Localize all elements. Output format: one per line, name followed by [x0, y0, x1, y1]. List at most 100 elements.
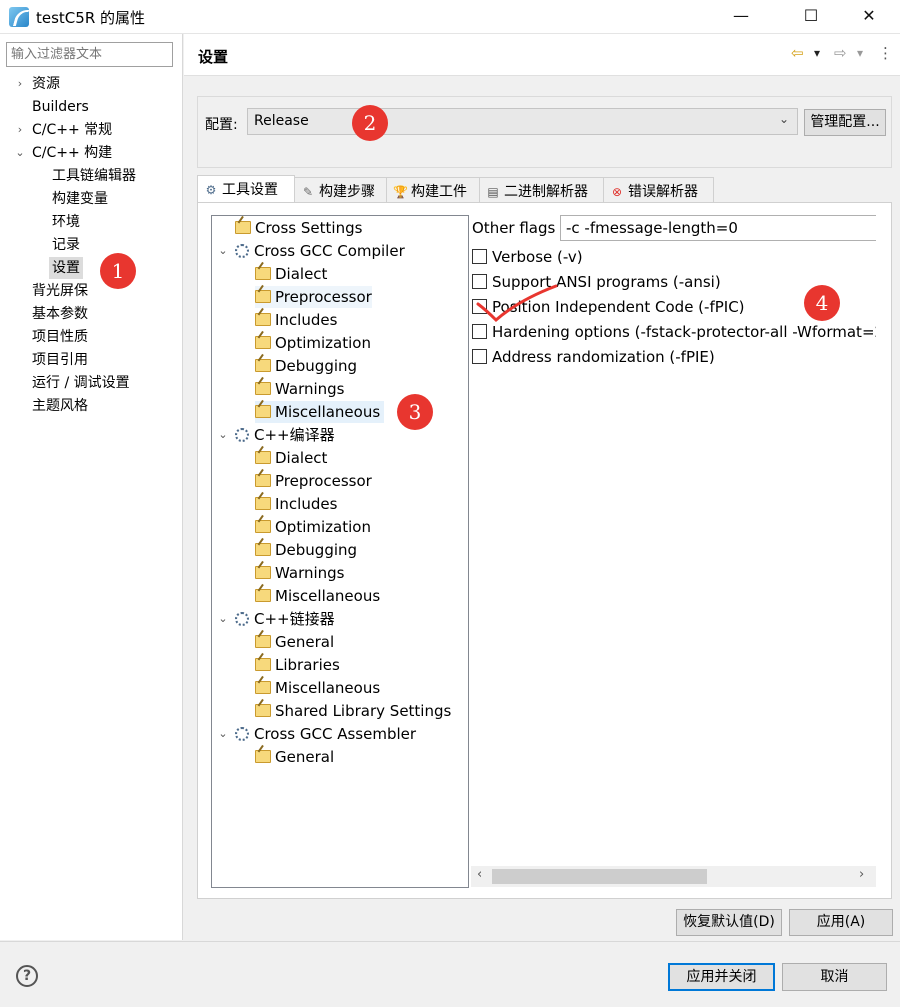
tree-item-label: Includes: [275, 311, 338, 329]
checkbox[interactable]: [472, 349, 487, 364]
tree-item-miscellaneous[interactable]: Miscellaneous: [255, 585, 380, 607]
maximize-button[interactable]: ☐: [788, 0, 834, 34]
tab-tool-settings[interactable]: ⚙ 工具设置: [197, 175, 295, 203]
sidebar-item-resources[interactable]: 资源: [32, 73, 60, 95]
scroll-left-icon[interactable]: ‹: [477, 867, 482, 882]
chevron-down-icon[interactable]: ⌄: [217, 424, 229, 446]
sidebar-item-logging[interactable]: 记录: [52, 234, 80, 256]
checkbox-label: Address randomization (-fPIE): [492, 348, 715, 366]
tree-item-cross-settings[interactable]: Cross Settings: [235, 217, 362, 239]
tree-item-includes[interactable]: Includes: [255, 309, 337, 331]
back-icon[interactable]: ⇦: [791, 44, 804, 62]
binary-icon: ▤: [487, 185, 499, 199]
checkbox[interactable]: [472, 249, 487, 264]
tree-item-libraries[interactable]: Libraries: [255, 654, 340, 676]
more-icon[interactable]: ⋮: [878, 44, 893, 62]
tree-item-preprocessor[interactable]: Preprocessor: [255, 286, 372, 308]
tree-item-optimization[interactable]: Optimization: [255, 516, 371, 538]
folder-icon: [255, 750, 271, 763]
tree-item-includes[interactable]: Includes: [255, 493, 337, 515]
tree-item-cpp-linker[interactable]: C++链接器: [235, 608, 335, 630]
tree-item-warnings[interactable]: Warnings: [255, 562, 345, 584]
annotation-badge-4: 4: [804, 285, 840, 321]
tree-item-dialect[interactable]: Dialect: [255, 447, 327, 469]
pie-checkbox[interactable]: Address randomization (-fPIE): [472, 347, 715, 369]
tree-item-general[interactable]: General: [255, 746, 334, 768]
sidebar-item-basic-params[interactable]: 基本参数: [32, 303, 88, 325]
tool-tree[interactable]: Cross Settings ⌄ Cross GCC Compiler Dial…: [211, 215, 469, 888]
folder-icon: [255, 520, 271, 533]
help-icon[interactable]: ?: [16, 965, 38, 987]
sidebar-item-backlight[interactable]: 背光屏保: [32, 280, 88, 302]
other-flags-input[interactable]: -c -fmessage-length=0: [560, 215, 876, 241]
chevron-down-icon[interactable]: ⌄: [217, 240, 229, 262]
gear-icon: [235, 428, 249, 442]
sidebar-item-project-references[interactable]: 项目引用: [32, 349, 88, 371]
chevron-down-icon[interactable]: ▾: [857, 46, 863, 60]
tree-item-debugging[interactable]: Debugging: [255, 539, 357, 561]
cancel-button[interactable]: 取消: [782, 963, 887, 991]
checkbox[interactable]: [472, 324, 487, 339]
folder-icon: [255, 681, 271, 694]
tab-label: 工具设置: [222, 182, 278, 198]
tree-item-miscellaneous[interactable]: Miscellaneous: [255, 677, 380, 699]
sidebar-item-settings[interactable]: 设置: [49, 257, 83, 279]
tree-item-cpp-compiler[interactable]: C++编译器: [235, 424, 335, 446]
tab-binary-parsers[interactable]: ▤ 二进制解析器: [479, 177, 604, 202]
sidebar-item-builders[interactable]: Builders: [32, 96, 89, 118]
tree-item-shared-library-settings[interactable]: Shared Library Settings: [255, 700, 451, 722]
sidebar-item-project-natures[interactable]: 项目性质: [32, 326, 88, 348]
tree-item-cross-gcc-assembler[interactable]: Cross GCC Assembler: [235, 723, 416, 745]
sidebar-item-cpp-build[interactable]: C/C++ 构建: [32, 142, 112, 164]
folder-icon: [255, 313, 271, 326]
sidebar-item-theme[interactable]: 主题风格: [32, 395, 88, 417]
folder-icon: [255, 543, 271, 556]
forward-icon[interactable]: ⇨: [834, 44, 847, 62]
sidebar-item-environment[interactable]: 环境: [52, 211, 80, 233]
sidebar-item-build-variables[interactable]: 构建变量: [52, 188, 108, 210]
tree-item-cross-gcc-compiler[interactable]: Cross GCC Compiler: [235, 240, 405, 262]
apply-button[interactable]: 应用(A): [789, 909, 893, 936]
tree-item-debugging[interactable]: Debugging: [255, 355, 357, 377]
chevron-right-icon[interactable]: ›: [13, 119, 27, 141]
tab-error-parsers[interactable]: ⊗ 错误解析器: [603, 177, 714, 202]
tree-item-general[interactable]: General: [255, 631, 334, 653]
tab-label: 错误解析器: [628, 184, 698, 200]
chevron-down-icon[interactable]: ⌄: [217, 723, 229, 745]
minimize-button[interactable]: —: [718, 0, 764, 34]
manage-configurations-button[interactable]: 管理配置...: [804, 109, 886, 136]
chevron-down-icon[interactable]: ▾: [814, 46, 820, 60]
tree-item-miscellaneous[interactable]: Miscellaneous: [255, 401, 385, 423]
folder-icon: [235, 221, 251, 234]
tab-build-artifact[interactable]: 🏆 构建工件: [386, 177, 480, 202]
configuration-select[interactable]: Release ⌄: [247, 108, 798, 135]
tab-build-steps[interactable]: ✎ 构建步骤: [294, 177, 387, 202]
tree-item-dialect[interactable]: Dialect: [255, 263, 327, 285]
scrollbar-thumb[interactable]: [492, 869, 707, 884]
tree-item-label: Includes: [275, 495, 338, 513]
gear-icon: [235, 612, 249, 626]
annotation-badge-2: 2: [352, 105, 388, 141]
tree-item-label: Cross GCC Compiler: [254, 242, 405, 260]
tree-item-warnings[interactable]: Warnings: [255, 378, 345, 400]
sidebar-item-cpp-general[interactable]: C/C++ 常规: [32, 119, 112, 141]
chevron-down-icon[interactable]: ⌄: [217, 608, 229, 630]
tree-item-label: Debugging: [275, 541, 358, 559]
scroll-right-icon[interactable]: ›: [859, 867, 864, 882]
chevron-down-icon: ⌄: [778, 112, 789, 126]
close-button[interactable]: ✕: [846, 0, 892, 34]
sidebar-item-toolchain-editor[interactable]: 工具链编辑器: [52, 165, 136, 187]
sidebar-item-run-debug[interactable]: 运行 / 调试设置: [32, 372, 130, 394]
verbose-checkbox[interactable]: Verbose (-v): [472, 247, 583, 269]
apply-and-close-button[interactable]: 应用并关闭: [668, 963, 775, 991]
chevron-down-icon[interactable]: ⌄: [13, 142, 27, 164]
tree-item-label: Miscellaneous: [275, 403, 381, 421]
tree-item-label: C++编译器: [254, 426, 335, 444]
restore-defaults-button[interactable]: 恢复默认值(D): [676, 909, 782, 936]
filter-input[interactable]: [6, 42, 173, 67]
sidebar: › 资源 Builders › C/C++ 常规 ⌄ C/C++ 构建 工具链编…: [0, 34, 183, 940]
tree-item-preprocessor[interactable]: Preprocessor: [255, 470, 372, 492]
tree-item-optimization[interactable]: Optimization: [255, 332, 371, 354]
chevron-right-icon[interactable]: ›: [13, 73, 27, 95]
horizontal-scrollbar[interactable]: ‹ ›: [471, 866, 876, 887]
